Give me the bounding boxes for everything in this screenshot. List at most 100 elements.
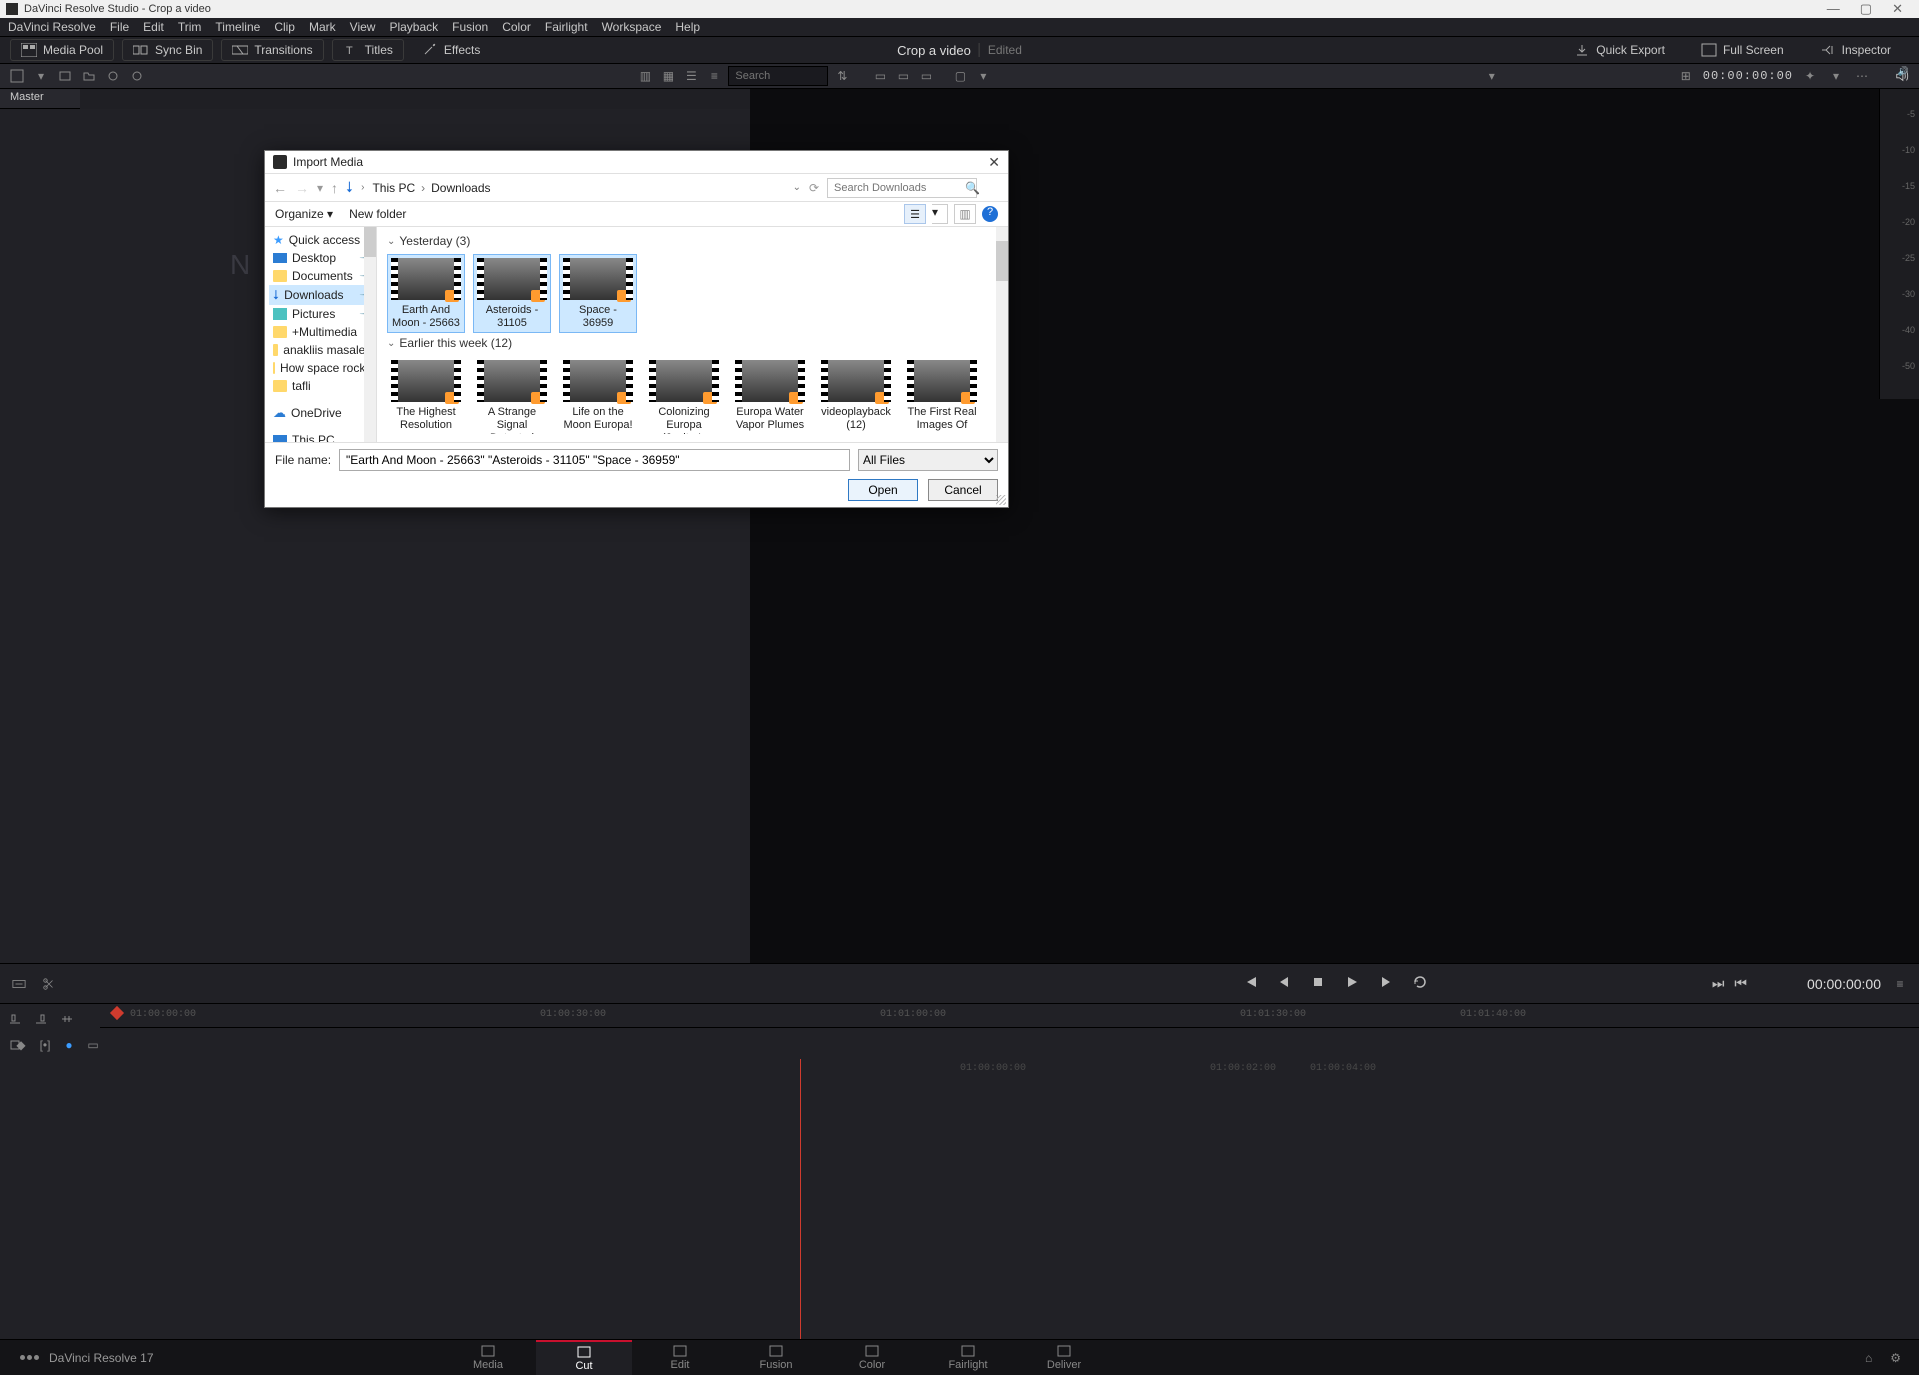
media-search-input[interactable] [728, 66, 828, 86]
ruler-playhead-icon[interactable] [110, 1006, 124, 1020]
viewer-mode3-icon[interactable]: ▭ [917, 67, 935, 85]
split-clip-icon[interactable] [40, 975, 58, 993]
menu-file[interactable]: File [110, 20, 129, 34]
bypass-icon[interactable]: ✦ [1801, 67, 1819, 85]
menu-timeline[interactable]: Timeline [215, 20, 260, 34]
dialog-search-input[interactable] [827, 178, 977, 198]
chevron-down-icon[interactable]: ▾ [32, 67, 50, 85]
full-screen-button[interactable]: Full Screen [1691, 40, 1794, 60]
window-maximize-icon[interactable]: ▢ [1860, 1, 1872, 17]
file-group-header[interactable]: ⌄Earlier this week (12) [387, 333, 1000, 356]
transport-menu-icon[interactable]: ≡ [1891, 975, 1909, 993]
view-mode-dropdown-icon[interactable]: ▾ [932, 204, 948, 224]
sync-icon[interactable] [104, 67, 122, 85]
sync-bin-button[interactable]: Sync Bin [122, 39, 213, 61]
volume-icon[interactable]: 🔊 [1898, 66, 1909, 77]
dialog-file-list[interactable]: ⌄Yesterday (3)Earth And Moon - 25663Aste… [377, 227, 1008, 442]
dialog-title-bar[interactable]: Import Media ✕ [265, 151, 1008, 173]
nav-forward-icon[interactable]: → [295, 180, 309, 196]
file-item[interactable]: Earth And Moon - 25663 [387, 254, 465, 333]
sidebar-item-desktop[interactable]: Desktop📌 [269, 249, 376, 267]
file-item[interactable]: Space - 36959 [559, 254, 637, 333]
next-frame-icon[interactable] [1378, 974, 1394, 993]
dialog-close-icon[interactable]: ✕ [988, 154, 1000, 171]
file-group-header[interactable]: ⌄Yesterday (3) [387, 231, 1000, 254]
sidebar-item-onedrive[interactable]: OneDrive [269, 403, 376, 423]
new-folder-button[interactable]: New folder [349, 207, 406, 221]
append-icon[interactable] [32, 1010, 50, 1028]
sidebar-item-how-space-rocke[interactable]: How space rocke [269, 359, 376, 377]
open-button[interactable]: Open [848, 479, 918, 501]
view-strip-icon[interactable]: ☰ [682, 67, 700, 85]
sidebar-item-quick-access[interactable]: Quick access [269, 231, 376, 249]
play-icon[interactable] [1344, 974, 1360, 993]
chevron-down-icon[interactable]: ▾ [1827, 67, 1845, 85]
media-pool-button[interactable]: Media Pool [10, 39, 114, 61]
window-close-icon[interactable]: ✕ [1892, 1, 1903, 17]
stop-icon[interactable] [1310, 974, 1326, 993]
menu-clip[interactable]: Clip [274, 20, 295, 34]
cancel-button[interactable]: Cancel [928, 479, 998, 501]
bin-list-icon[interactable] [8, 67, 26, 85]
file-item[interactable]: The Highest Resolution [387, 356, 465, 438]
nav-recent-icon[interactable]: ▾ [317, 181, 323, 195]
menu-fusion[interactable]: Fusion [452, 20, 488, 34]
filename-input[interactable] [339, 449, 850, 471]
sidebar-item-tafli[interactable]: tafli [269, 377, 376, 395]
view-list-icon[interactable]: ≡ [705, 67, 723, 85]
page-tab-edit[interactable]: Edit [632, 1340, 728, 1375]
sort-icon[interactable]: ⇅ [833, 67, 851, 85]
import-media-icon[interactable] [56, 67, 74, 85]
prev-frame-icon[interactable] [1276, 974, 1292, 993]
chevron-down-icon[interactable]: ▾ [974, 67, 992, 85]
sidebar-item-this-pc[interactable]: This PC [269, 431, 376, 442]
page-tab-fusion[interactable]: Fusion [728, 1340, 824, 1375]
page-tab-media[interactable]: Media [440, 1340, 536, 1375]
ripple-icon[interactable] [58, 1010, 76, 1028]
transitions-button[interactable]: Transitions [221, 39, 323, 61]
link-icon[interactable] [128, 67, 146, 85]
jump-first-icon[interactable] [1242, 974, 1258, 993]
menu-mark[interactable]: Mark [309, 20, 336, 34]
bin-tab-master[interactable]: Master [0, 89, 80, 109]
file-item[interactable]: Europa Water Vapor Plumes - [731, 356, 809, 438]
address-dropdown-icon[interactable]: ⌄ [793, 182, 801, 193]
sidebar-scrollbar[interactable] [364, 227, 376, 442]
viewer-single-icon[interactable]: ▢ [951, 67, 969, 85]
dialog-resize-grip[interactable] [996, 495, 1006, 505]
viewer-mode2-icon[interactable]: ▭ [894, 67, 912, 85]
refresh-icon[interactable]: ⟳ [809, 181, 819, 195]
file-item[interactable]: Colonizing Europa (Jupiter's [645, 356, 723, 438]
file-item[interactable]: The First Real Images Of [903, 356, 981, 438]
sidebar-item--multimedia[interactable]: +Multimedia [269, 323, 376, 341]
effects-button[interactable]: Effects [412, 40, 490, 60]
safe-area-icon[interactable]: ⊞ [1677, 67, 1695, 85]
boring-detector-icon[interactable] [10, 975, 28, 993]
sidebar-item-pictures[interactable]: Pictures📌 [269, 305, 376, 323]
loop-icon[interactable] [1412, 974, 1428, 993]
menu-edit[interactable]: Edit [143, 20, 164, 34]
file-list-scrollbar[interactable] [996, 227, 1008, 442]
window-minimize-icon[interactable]: — [1827, 1, 1840, 17]
menu-view[interactable]: View [350, 20, 376, 34]
view-metadata-icon[interactable]: ▥ [636, 67, 654, 85]
help-icon[interactable]: ? [982, 206, 998, 222]
options-icon[interactable]: ⋯ [1853, 67, 1871, 85]
file-item[interactable]: Asteroids - 31105 [473, 254, 551, 333]
timeline-tracks[interactable]: 01:00:00:0001:00:02:0001:00:04:00 [0, 1059, 1919, 1339]
nav-back-icon[interactable]: ← [273, 180, 287, 196]
search-icon[interactable]: 🔍 [965, 181, 980, 195]
file-item[interactable]: Life on the Moon Europa! [559, 356, 637, 438]
import-folder-icon[interactable] [80, 67, 98, 85]
nav-up-icon[interactable]: ↑ [331, 180, 338, 196]
view-thumb-icon[interactable]: ▦ [659, 67, 677, 85]
breadcrumb[interactable]: This PC › Downloads [372, 181, 490, 195]
crumb-downloads[interactable]: Downloads [431, 181, 490, 195]
menu-help[interactable]: Help [675, 20, 700, 34]
menu-workspace[interactable]: Workspace [602, 20, 662, 34]
page-tab-color[interactable]: Color [824, 1340, 920, 1375]
dialog-sidebar[interactable]: Quick accessDesktop📌Documents📌⭣Downloads… [265, 227, 377, 442]
page-tab-deliver[interactable]: Deliver [1016, 1340, 1112, 1375]
file-item[interactable]: A Strange Signal Detected From [473, 356, 551, 438]
home-icon[interactable]: ⌂ [1865, 1351, 1872, 1365]
